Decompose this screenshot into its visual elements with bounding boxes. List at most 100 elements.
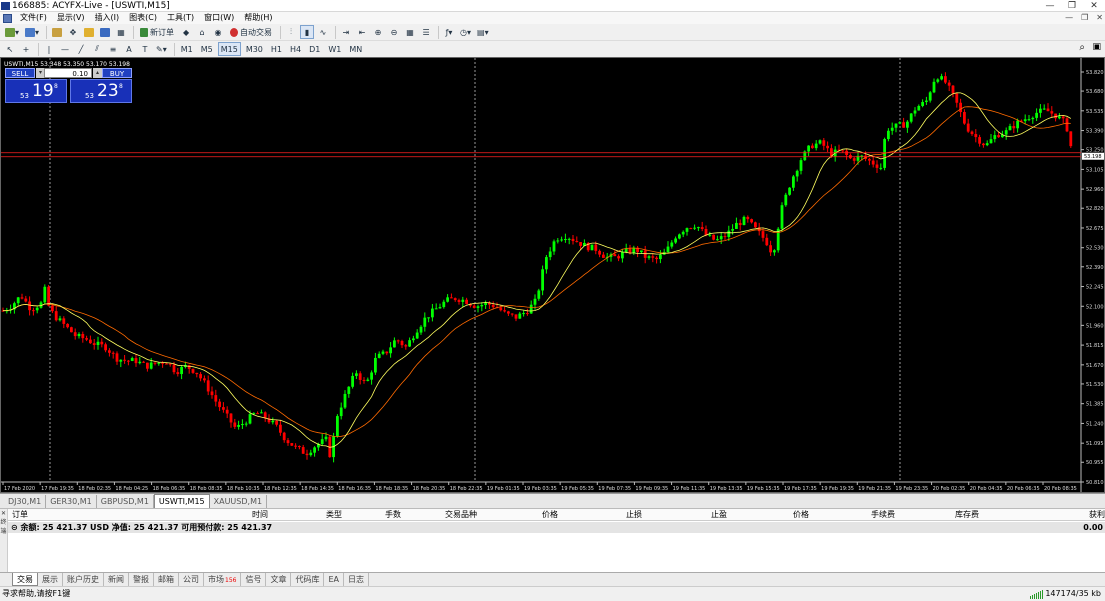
buy-price-box[interactable]: 53 23 8 [70,79,132,103]
timeframe-h1[interactable]: H1 [268,42,285,56]
timeframe-mn[interactable]: MN [346,42,365,56]
tab-articles[interactable]: 文章 [266,573,292,586]
candlestick-icon[interactable]: ▮ [300,25,315,39]
col-lots[interactable]: 手数 [385,509,401,521]
data-window-icon[interactable]: ✥ [66,25,80,39]
col-price[interactable]: 价格 [542,509,558,521]
trendline-icon[interactable]: ╱ [74,42,88,56]
col-commission[interactable]: 手续费 [871,509,895,521]
metaeditor-icon[interactable]: ◆ [179,25,193,39]
tab-news[interactable]: 新闻 [104,573,129,586]
col-time[interactable]: 时间 [252,509,268,521]
lot-increase-icon[interactable]: ▴ [93,68,102,78]
minimize-button[interactable]: — [1039,0,1061,12]
timeframe-m15[interactable]: M15 [217,42,241,56]
timeframe-w1[interactable]: W1 [325,42,344,56]
vertical-line-icon[interactable]: | [42,42,56,56]
chart-window[interactable]: USWTI,M15 53.348 53.350 53.170 53.198 53… [0,57,1105,493]
tab-codebase[interactable]: 代码库 [291,573,325,586]
chart-tab-active[interactable]: USWTI,M15 [153,494,210,508]
menu-help[interactable]: 帮助(H) [239,12,277,24]
col-tp[interactable]: 止盈 [711,509,727,521]
timeframe-m30[interactable]: M30 [243,42,266,56]
buy-button[interactable]: BUY [102,68,132,78]
terminal-icon[interactable] [98,25,112,39]
close-button[interactable]: ✕ [1083,0,1105,12]
chart-tab[interactable]: GBPUSD,M1 [97,495,154,508]
channel-icon[interactable]: ⫽ [90,42,104,56]
col-price2[interactable]: 价格 [793,509,809,521]
fibonacci-icon[interactable]: ≡ [106,42,120,56]
templates-icon[interactable]: ▤▾ [475,25,491,39]
auto-scroll-icon[interactable]: ⇥ [339,25,353,39]
tab-ea[interactable]: EA [324,573,344,586]
menu-tools[interactable]: 工具(T) [162,12,199,24]
bar-chart-icon[interactable]: ⫶ [284,25,298,39]
tab-journal[interactable]: 日志 [344,573,369,586]
tab-signals[interactable]: 信号 [241,573,267,586]
chart-window-icon[interactable] [3,13,12,23]
price-chart[interactable]: USWTI,M15 53.348 53.350 53.170 53.198 53… [1,58,1104,492]
chart-tab[interactable]: GER30,M1 [46,495,97,508]
menu-charts[interactable]: 图表(C) [124,12,162,24]
tab-trade[interactable]: 交易 [12,573,38,586]
sell-price-box[interactable]: 53 19 8 [5,79,67,103]
periods-icon[interactable]: ◷▾ [458,25,473,39]
tab-mailbox[interactable]: 邮箱 [154,573,179,586]
tab-exposure[interactable]: 展示 [38,573,63,586]
sell-button[interactable]: SELL [5,68,35,78]
timeframe-m1[interactable]: M1 [178,42,196,56]
properties-icon[interactable]: ☰ [419,25,433,39]
timeframe-h4[interactable]: H4 [287,42,304,56]
cursor-icon[interactable]: ↖ [3,42,17,56]
col-type[interactable]: 类型 [326,509,342,521]
new-order-button[interactable]: 新订单 [137,25,177,39]
tab-company[interactable]: 公司 [179,573,204,586]
mdi-minimize-button[interactable]: — [1065,12,1073,24]
new-chart-icon[interactable]: ▾ [3,25,21,39]
col-sl[interactable]: 止损 [626,509,642,521]
zoom-in-icon[interactable]: ⊕ [371,25,385,39]
connection-status[interactable]: 147174/35 kb [1030,587,1101,601]
arrows-icon[interactable]: ✎▾ [154,42,169,56]
timeframe-m5[interactable]: M5 [198,42,216,56]
search-icon[interactable]: ⌕ [1079,42,1085,53]
lot-size-input[interactable]: 0.10 [44,68,92,78]
navigator-icon[interactable] [82,25,96,39]
tab-history[interactable]: 账户历史 [63,573,104,586]
menu-view[interactable]: 显示(V) [52,12,90,24]
menu-file[interactable]: 文件(F) [15,12,52,24]
indicators-icon[interactable]: ƒ▾ [442,25,456,39]
col-swap[interactable]: 库存费 [955,509,979,521]
strategy-tester-icon[interactable]: ▦ [114,25,128,39]
signals-icon[interactable]: ◉ [211,25,225,39]
text-icon[interactable]: A [122,42,136,56]
mdi-close-button[interactable]: ✕ [1096,12,1103,24]
mdi-restore-button[interactable]: ❐ [1081,12,1088,24]
line-chart-icon[interactable]: ∿ [316,25,330,39]
tab-market[interactable]: 市场156 [204,573,242,586]
chat-icon[interactable]: ▣ [1092,42,1101,52]
tile-windows-icon[interactable]: ▦ [403,25,417,39]
chart-tab[interactable]: DJ30,M1 [4,495,47,508]
col-order[interactable]: 订单 [12,509,28,521]
terminal-side-label[interactable]: ✕ 终端 [0,509,8,573]
chart-shift-icon[interactable]: ⇤ [355,25,369,39]
chart-tab[interactable]: XAUUSD,M1 [210,495,268,508]
label-icon[interactable]: T [138,42,152,56]
terminal-close-icon[interactable]: ✕ [1,510,6,517]
timeframe-d1[interactable]: D1 [306,42,323,56]
market-watch-icon[interactable] [50,25,64,39]
col-profit[interactable]: 获利 [1089,509,1105,521]
auto-trading-button[interactable]: 自动交易 [227,25,275,39]
zoom-out-icon[interactable]: ⊖ [387,25,401,39]
menu-insert[interactable]: 插入(I) [90,12,125,24]
profiles-icon[interactable]: ▾ [23,25,41,39]
menu-window[interactable]: 窗口(W) [199,12,239,24]
balance-row[interactable]: ⊝ 余额: 25 421.37 USD 净值: 25 421.37 可用预付款:… [8,522,1105,533]
col-symbol[interactable]: 交易品种 [445,509,477,521]
tab-alerts[interactable]: 警报 [129,573,154,586]
maximize-button[interactable]: ❐ [1061,0,1083,12]
market-icon[interactable]: ⌂ [195,25,209,39]
crosshair-icon[interactable]: + [19,42,33,56]
